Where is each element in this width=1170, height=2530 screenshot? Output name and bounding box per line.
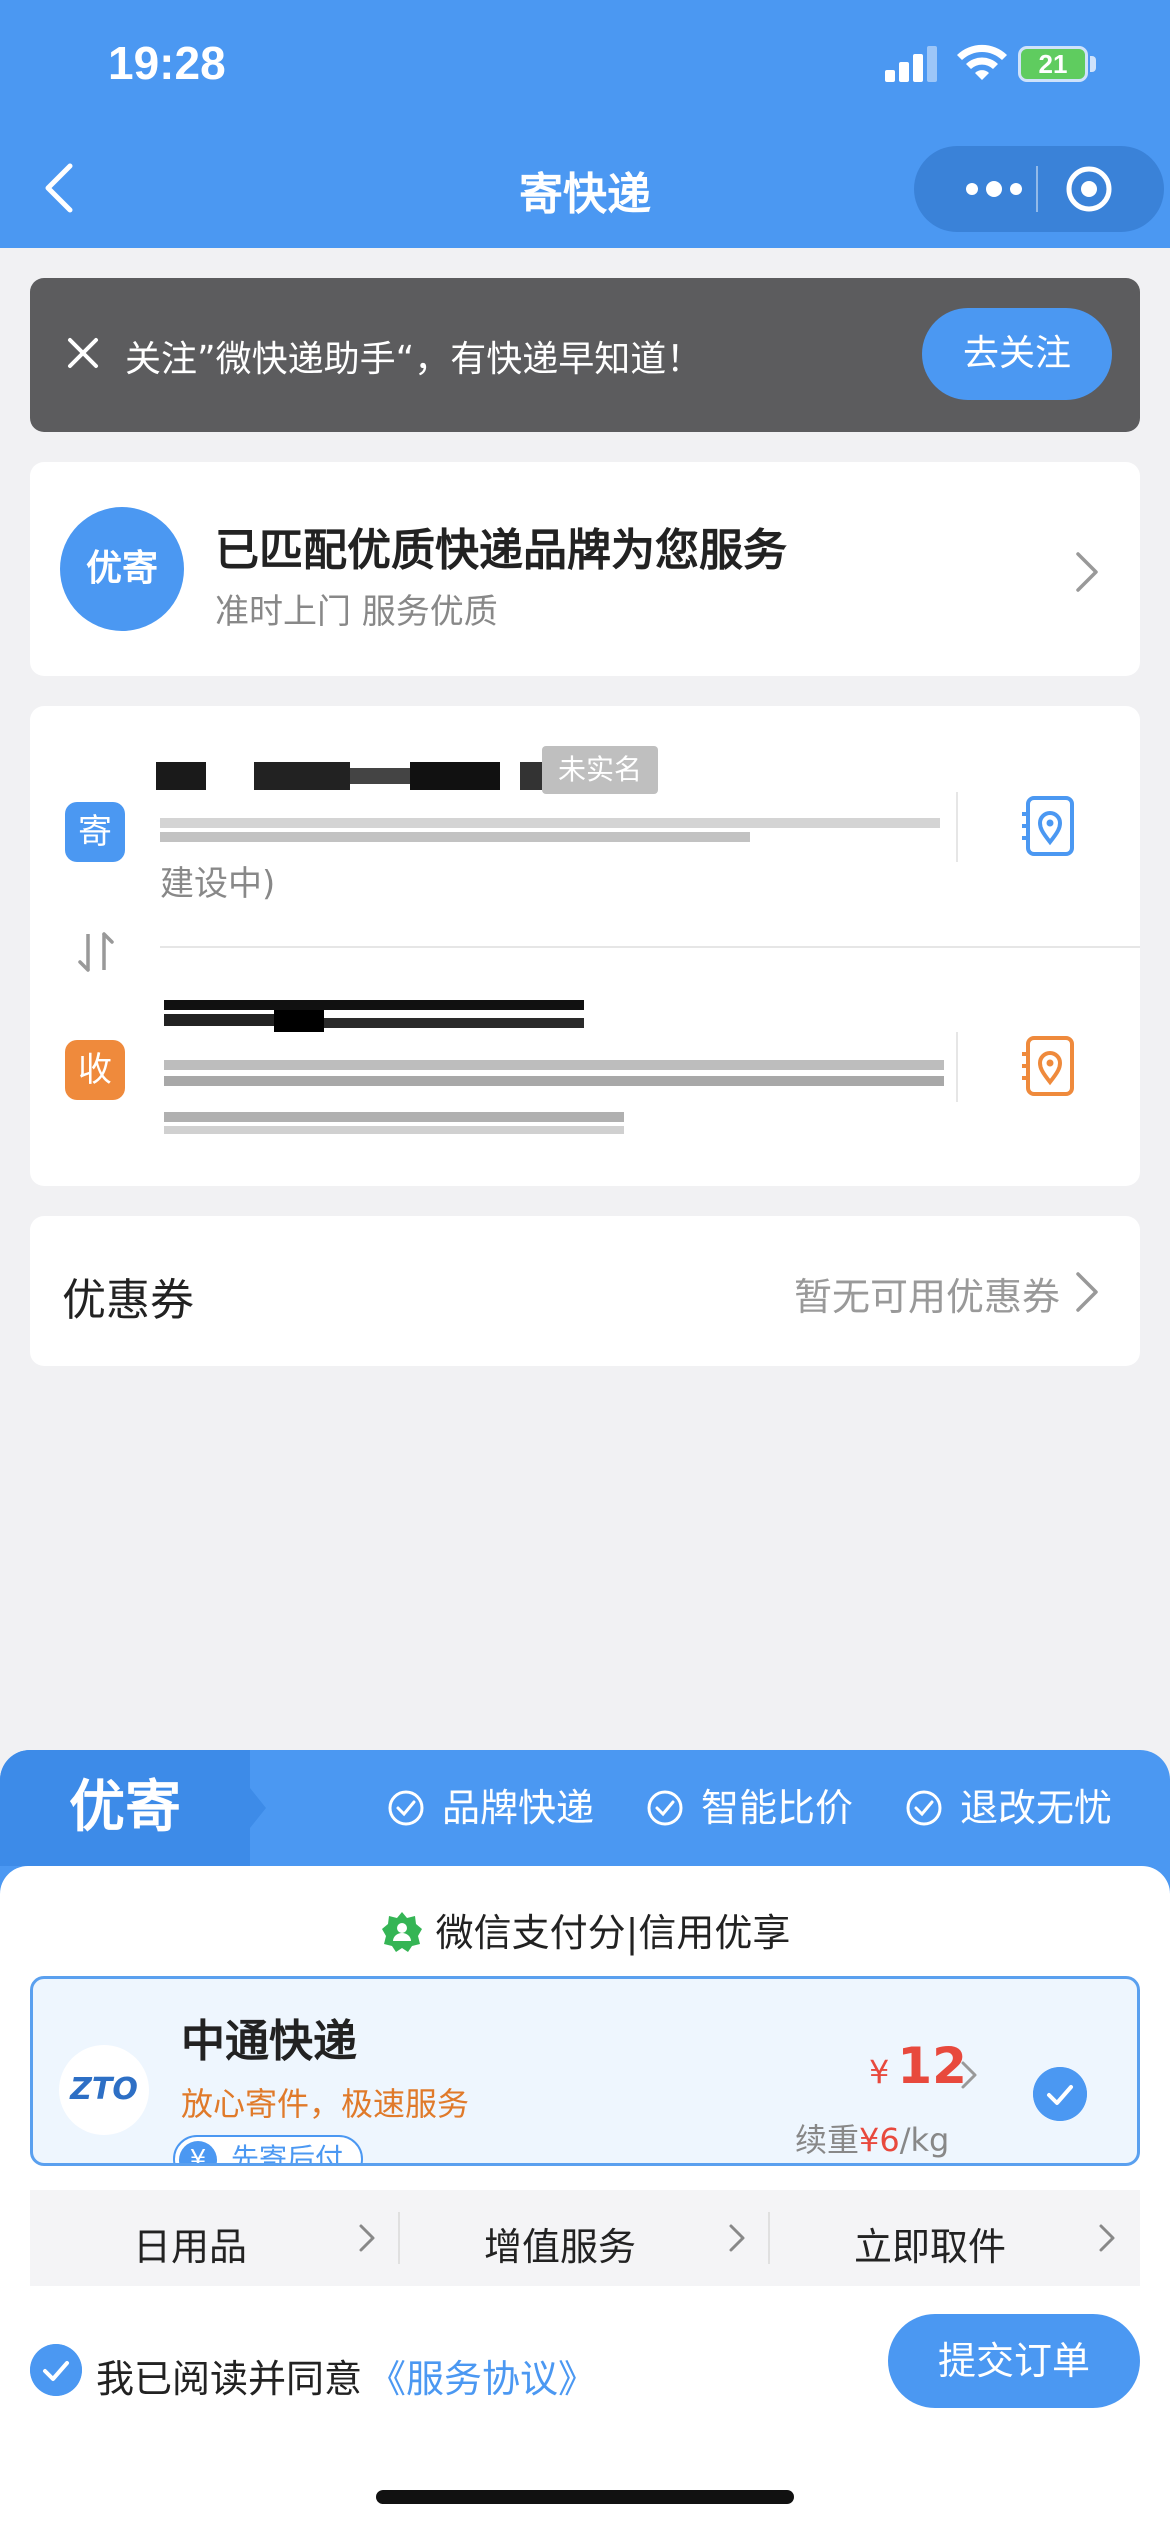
close-circle-icon[interactable]	[1064, 164, 1114, 214]
wifi-icon	[957, 44, 1007, 80]
sender-divider	[956, 792, 958, 862]
brand-subtitle: 准时上门 服务优质	[215, 592, 498, 632]
coupon-value: 暂无可用优惠券	[793, 1275, 1060, 1319]
status-time: 19:28	[108, 37, 226, 89]
sender-tag: 寄	[65, 802, 125, 862]
youji-badge: 优寄	[60, 507, 184, 631]
capsule-divider	[1036, 166, 1038, 212]
swap-icon[interactable]	[74, 928, 118, 976]
sender-address-tail: 建设中)	[160, 864, 276, 904]
check-circle-icon	[906, 1790, 942, 1826]
chevron-right-icon	[729, 2224, 745, 2252]
agreement-checkbox[interactable]	[30, 2344, 82, 2396]
chevron-right-icon	[1099, 2224, 1115, 2252]
follow-button[interactable]: 去关注	[922, 308, 1112, 400]
price[interactable]: ¥12	[869, 2037, 967, 2095]
receiver-divider	[956, 1032, 958, 1102]
submit-order-button[interactable]: 提交订单	[888, 2314, 1140, 2408]
address-book-icon[interactable]	[1020, 794, 1080, 858]
follow-text: 关注”微快递助手“，有快递早知道！	[125, 339, 703, 380]
pay-score-line: 微信支付分|信用优享	[0, 1902, 1170, 1957]
panel-header: 优寄 品牌快递 智能比价 退改无忧	[0, 1750, 1170, 1866]
address-card: 寄 未实名 建设中) 收	[30, 706, 1140, 1186]
receiver-address-redacted	[164, 1056, 944, 1146]
brand-match-card[interactable]: 优寄 已匹配优质快递品牌为您服务 准时上门 服务优质	[30, 462, 1140, 676]
service-agreement-link[interactable]: 《服务协议》	[368, 2348, 596, 2403]
tab-value-added[interactable]: 增值服务	[400, 2190, 770, 2286]
chevron-right-icon	[961, 2061, 977, 2089]
express-slogan: 放心寄件，极速服务	[181, 2085, 470, 2123]
check-circle-icon	[647, 1790, 683, 1826]
youji-logo: 优寄	[0, 1750, 250, 1866]
sender-address-redacted	[160, 814, 940, 850]
chevron-right-icon	[1076, 1272, 1098, 1312]
home-indicator	[376, 2490, 794, 2504]
panel-body: 微信支付分|信用优享 ZTO 中通快递 放心寄件，极速服务 ¥ 先寄后付 ¥12 …	[0, 1866, 1170, 2530]
receiver-tag: 收	[65, 1040, 125, 1100]
agreement-text: 我已阅读并同意	[96, 2357, 363, 2401]
tab-daily-goods[interactable]: 日用品	[30, 2190, 400, 2286]
more-icon[interactable]	[954, 174, 1034, 204]
close-icon[interactable]	[58, 328, 108, 378]
coupon-row[interactable]: 优惠券 暂无可用优惠券	[30, 1216, 1140, 1366]
logo-notch	[250, 1788, 266, 1828]
signal-icon	[885, 46, 937, 82]
sender-name-redacted	[156, 756, 546, 796]
check-circle-icon	[388, 1790, 424, 1826]
chevron-right-icon	[1076, 552, 1098, 592]
option-tabs: 日用品 增值服务 立即取件	[30, 2190, 1140, 2286]
zto-logo: ZTO	[59, 2045, 149, 2135]
wechat-pay-score-icon	[381, 1912, 422, 1952]
renew-price: 续重¥6/kg	[795, 2121, 950, 2159]
pay-later-badge: ¥ 先寄后付	[173, 2135, 363, 2163]
tab-pickup-now[interactable]: 立即取件	[770, 2190, 1140, 2286]
chevron-right-icon	[359, 2224, 375, 2252]
brand-title: 已匹配优质快递品牌为您服务	[215, 525, 787, 576]
yuan-icon: ¥	[179, 2141, 217, 2163]
order-panel: 优寄 品牌快递 智能比价 退改无忧 微信支付分|信用优享 ZTO 中通快递 放心…	[0, 1750, 1170, 2530]
express-name: 中通快递	[181, 2016, 357, 2067]
top-bar: 19:28 21 寄快递	[0, 0, 1170, 248]
mini-program-capsule	[914, 146, 1164, 232]
realname-badge: 未实名	[542, 746, 658, 794]
battery-tip	[1090, 56, 1096, 72]
address-divider	[160, 946, 1140, 948]
follow-banner: 关注”微快递助手“，有快递早知道！ 去关注	[30, 278, 1140, 432]
express-option-zto[interactable]: ZTO 中通快递 放心寄件，极速服务 ¥ 先寄后付 ¥12 续重¥6/kg	[30, 1976, 1140, 2166]
coupon-label: 优惠券	[62, 1275, 194, 1326]
battery-indicator: 21	[1018, 46, 1088, 82]
address-book-icon[interactable]	[1020, 1034, 1080, 1098]
check-icon[interactable]	[1033, 2067, 1087, 2121]
receiver-name-redacted	[164, 996, 584, 1036]
